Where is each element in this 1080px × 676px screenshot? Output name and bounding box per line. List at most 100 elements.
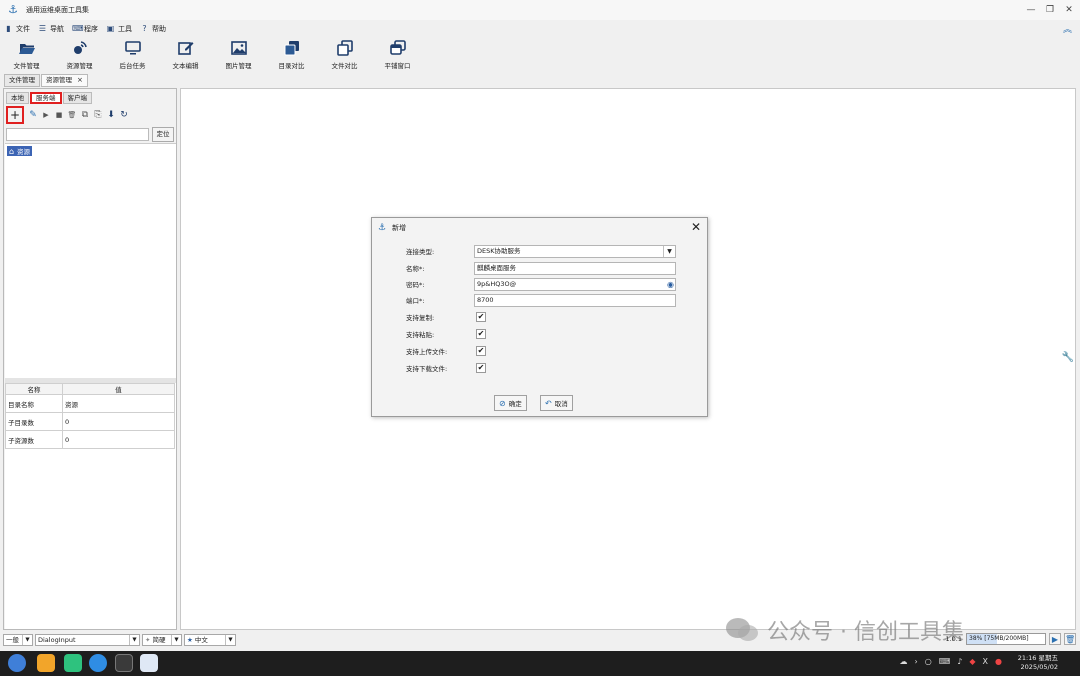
paste-icon[interactable]: ⎘ [92,108,104,122]
play-icon[interactable]: ▶ [1049,633,1061,645]
module-select[interactable]: DialogInput ▼ [35,633,140,646]
conn-type-row: 连接类型: DESK协助服务 ▼ [372,245,707,258]
menu-program[interactable]: ⌨ 程序 [72,24,98,34]
directory-compare-button[interactable]: 目录对比 [265,36,318,72]
dialog-close-icon[interactable]: ✕ [689,220,703,234]
tree-node-root[interactable]: ⌂ 资源 [7,146,32,156]
file-icon: ▮ [6,24,11,33]
satellite-icon [73,41,87,54]
copy-icon[interactable]: ⧉ [79,108,91,122]
toolbox-icon: ▣ [106,24,115,33]
file-manager-button[interactable]: 文件管理 [0,36,53,72]
list-icon: ☰ [38,24,47,33]
ok-button[interactable]: ⊘ 确定 [494,395,527,411]
title-bar: ⚓ 通用运维桌面工具集 — ❐ ✕ [0,0,1080,20]
name-field[interactable]: 麒麟桌面服务 [474,262,676,275]
resource-manager-button[interactable]: 资源管理 [53,36,106,72]
add-icon[interactable]: + [6,106,24,124]
resource-toolbar: + ✎ ▶ ■ 🗑 ⧉ ⎘ ⬇ ↻ [6,106,131,124]
volume-icon[interactable]: ♪ [957,657,962,666]
locate-button[interactable]: 定位 [152,127,174,142]
keyboard-icon[interactable]: ⌨ [939,657,951,666]
text-editor-button[interactable]: 文本编辑 [159,36,212,72]
terminal-icon[interactable] [115,654,133,672]
copy-checkbox[interactable]: ✔ [476,312,486,322]
copy-row: 支持复制: ✔ [406,312,486,322]
delete-icon[interactable]: 🗑 [66,108,78,122]
new-resource-dialog: ⚓ 新增 ✕ 连接类型: DESK协助服务 ▼ 名称*: 麒麟桌面服务 密码*:… [371,217,708,417]
language-select[interactable]: ★ 中文 ▼ [184,633,236,646]
cloud-icon[interactable]: ☁ [900,657,908,666]
chevron-right-icon[interactable]: › [915,657,918,666]
menu-file[interactable]: ▮ 文件 [4,24,30,34]
password-field[interactable]: 9p&HQ3O@ ◉ [474,278,676,291]
wrench-icon[interactable]: 🔧 [1062,352,1074,363]
tab-local[interactable]: 本地 [6,92,29,104]
conn-type-select[interactable]: DESK协助服务 ▼ [474,245,676,258]
tab-client[interactable]: 客户端 [62,92,92,104]
file-compare-button[interactable]: 文件对比 [318,36,371,72]
pinyin-icon[interactable]: X [983,657,988,666]
check-circle-icon: ⊘ [499,398,506,408]
port-field[interactable]: 8700 [474,294,676,307]
trash-icon[interactable]: 🗑 [1064,633,1076,645]
name-row: 名称*: 麒麟桌面服务 [372,262,707,275]
column-header-name: 名称 [5,383,63,395]
collapse-ribbon-icon[interactable]: ︽ [1063,22,1072,35]
tab-file-manager[interactable]: 文件管理 [4,74,40,87]
chevron-down-icon: ▼ [225,634,235,645]
export-icon[interactable]: ⬇ [105,108,117,122]
chevron-down-icon: ▼ [129,634,139,645]
status-bar: 一般 ▼ DialogInput ▼ ✦ 简硬 ▼ ★ 中文 ▼ 1.0.1 3… [0,631,1080,648]
app-window: ⚓ 通用运维桌面工具集 — ❐ ✕ ▮ 文件 ☰ 导航 ⌨ 程序 ▣ 工具 ? … [0,0,1080,676]
keyboard-icon: ⌨ [72,24,84,33]
background-tasks-button[interactable]: 后台任务 [106,36,159,72]
dialog-header: ⚓ 新增 [372,218,707,238]
clock[interactable]: 21:16 星期五 2025/05/02 [1018,654,1058,672]
document-tabs: 文件管理 资源管理 × [4,74,89,87]
search-input[interactable] [6,128,149,141]
dialog-logo-icon: ⚓ [377,223,387,233]
undo-icon: ↶ [545,398,552,408]
menu-tools[interactable]: ▣ 工具 [106,24,132,34]
copy-icon [336,40,353,56]
app-launcher-icon[interactable] [37,654,55,672]
menu-navigate[interactable]: ☰ 导航 [38,24,64,34]
paste-checkbox[interactable]: ✔ [476,329,486,339]
tab-server[interactable]: 服务端 [30,92,62,104]
download-checkbox[interactable]: ✔ [476,363,486,373]
monitor-icon [124,41,141,55]
input-method-select[interactable]: ✦ 简硬 ▼ [142,633,182,646]
messages-icon[interactable] [64,654,82,672]
stop-icon[interactable]: ■ [53,108,65,122]
left-panel: 本地 服务端 客户端 + ✎ ▶ ■ 🗑 ⧉ ⎘ ⬇ ↻ 定位 ⌂ 资源 名称 … [3,88,177,630]
table-row: 目录名称 资源 [5,394,175,413]
edit-icon[interactable]: ✎ [27,108,39,122]
image-manager-button[interactable]: 图片管理 [212,36,265,72]
log-level-select[interactable]: 一般 ▼ [3,633,33,646]
refresh-icon[interactable]: ↻ [118,108,130,122]
close-window-icon[interactable]: ✕ [1058,0,1080,20]
window-title: 通用运维桌面工具集 [26,6,89,14]
close-tab-icon[interactable]: × [77,75,83,86]
eye-icon[interactable]: ◉ [667,279,674,290]
chevron-down-icon: ▼ [22,634,32,645]
menu-help[interactable]: ? 帮助 [140,24,166,34]
browser-icon[interactable] [89,654,107,672]
home-icon: ⌂ [8,146,15,156]
notification-icon[interactable]: ● [995,657,1002,666]
status-right: 1.0.1 38% [75MB/200MB] ▶ 🗑 [945,633,1076,645]
tile-windows-button[interactable]: 平铺窗口 [371,36,424,72]
ime-icon[interactable]: ◆ [969,657,975,666]
table-row: 子目录数 0 [5,412,175,431]
toolkit-app-icon[interactable] [140,654,158,672]
upload-checkbox[interactable]: ✔ [476,346,486,356]
tab-resource-manager[interactable]: 资源管理 × [41,74,88,87]
help-icon: ? [142,24,147,33]
copy-folder-icon [284,41,299,56]
play-icon[interactable]: ▶ [40,108,52,122]
version-label: 1.0.1 [945,635,962,643]
cancel-button[interactable]: ↶ 取消 [540,395,573,411]
start-menu-icon[interactable] [8,654,26,672]
search-icon[interactable]: ○ [925,657,932,666]
